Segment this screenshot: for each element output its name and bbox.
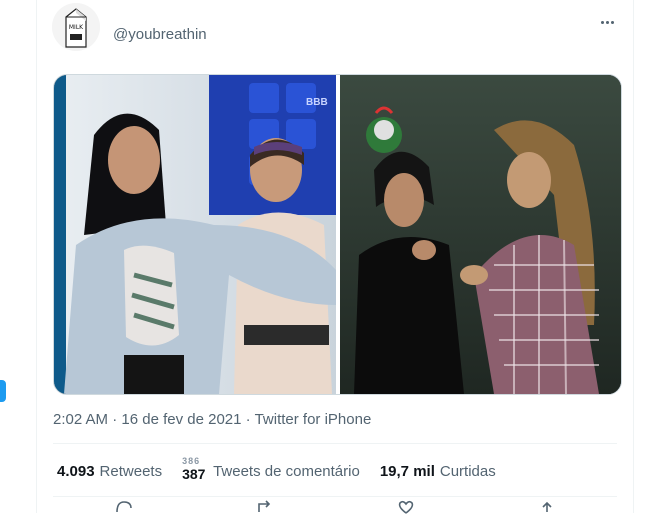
likes-label: Curtidas bbox=[439, 462, 496, 480]
tweet-card: MILK @youbreathin BBB 2:02 AM · 16 de fe… bbox=[36, 0, 634, 514]
tweet-media[interactable]: BBB bbox=[53, 74, 622, 395]
quote-tweets-label: Tweets de comentário bbox=[213, 462, 360, 480]
tweet-timestamp[interactable]: 2:02 AM bbox=[53, 411, 108, 428]
likes-stat[interactable]: 19,7 mil Curtidas bbox=[380, 463, 496, 480]
side-indicator bbox=[0, 380, 6, 402]
tweet-source[interactable]: Twitter for iPhone bbox=[255, 411, 372, 428]
share-icon[interactable] bbox=[537, 500, 557, 514]
like-icon[interactable] bbox=[396, 500, 416, 514]
meta-separator: · bbox=[112, 411, 118, 428]
engagement-stats: 4.093 Retweets 386 387 Tweets de comentá… bbox=[57, 456, 516, 482]
meta-separator-2: · bbox=[245, 411, 251, 428]
user-handle[interactable]: @youbreathin bbox=[113, 26, 207, 43]
retweets-stat[interactable]: 4.093 Retweets bbox=[57, 463, 162, 480]
milk-carton-icon: MILK bbox=[52, 3, 100, 51]
quote-tweets-stat[interactable]: 386 387 Tweets de comentário bbox=[182, 456, 360, 482]
action-bar bbox=[53, 500, 617, 514]
quote-count: 387 bbox=[182, 466, 206, 482]
more-options-icon[interactable] bbox=[595, 12, 619, 32]
avatar[interactable]: MILK bbox=[52, 3, 100, 51]
retweet-icon[interactable] bbox=[255, 500, 275, 514]
left-frame: BBB bbox=[54, 75, 336, 394]
quote-count-animated: 386 387 bbox=[182, 456, 208, 482]
tweet-metadata: 2:02 AM · 16 de fev de 2021 · Twitter fo… bbox=[53, 411, 371, 428]
likes-count: 19,7 mil bbox=[379, 462, 435, 480]
divider-top bbox=[53, 443, 617, 444]
retweets-label: Retweets bbox=[99, 462, 163, 480]
left-watermark: BBB bbox=[306, 97, 328, 108]
right-frame bbox=[340, 75, 621, 394]
divider-bottom bbox=[53, 496, 617, 497]
tweet-date[interactable]: 16 de fev de 2021 bbox=[121, 411, 241, 428]
avatar-text: MILK bbox=[69, 24, 84, 31]
retweets-count: 4.093 bbox=[57, 462, 95, 480]
reply-icon[interactable] bbox=[114, 500, 134, 514]
quote-count-old: 386 bbox=[182, 456, 201, 466]
